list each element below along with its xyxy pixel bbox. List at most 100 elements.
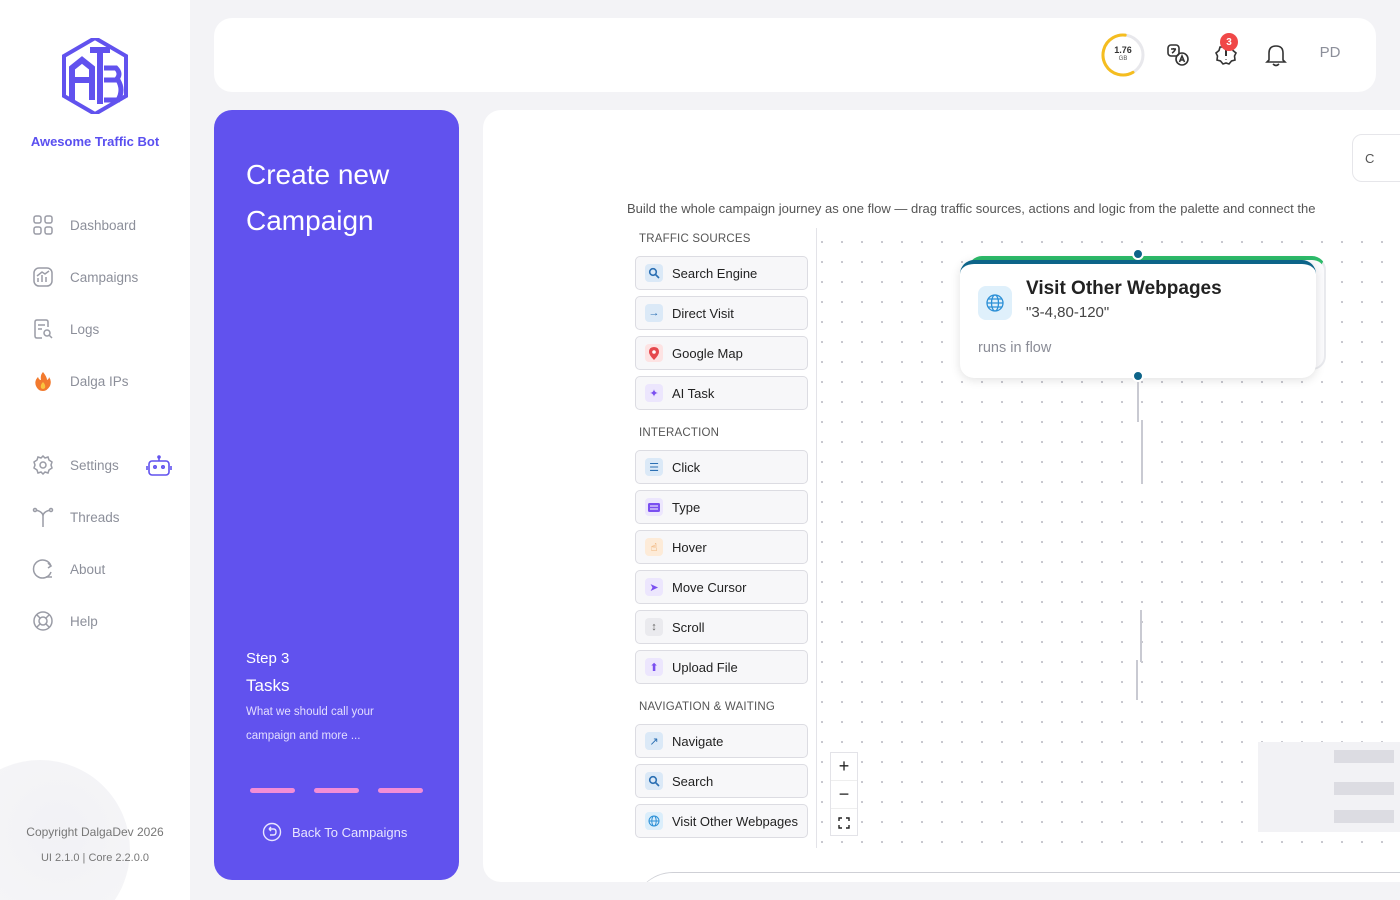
chart-icon bbox=[30, 264, 56, 290]
edge-line bbox=[1140, 610, 1142, 662]
palette-item-label: AI Task bbox=[672, 385, 715, 401]
back-label: Back To Campaigns bbox=[292, 824, 408, 840]
gear-icon bbox=[30, 452, 56, 478]
palette-item-visit-other-webpages[interactable]: Visit Other Webpages bbox=[635, 804, 808, 838]
palette-item-label: Move Cursor bbox=[672, 579, 747, 595]
corner-button[interactable]: C bbox=[1352, 134, 1400, 182]
keyboard-icon bbox=[645, 498, 663, 516]
fit-view-icon bbox=[838, 817, 850, 829]
palette-item-label: Scroll bbox=[672, 619, 705, 635]
step-progress-2 bbox=[314, 788, 359, 793]
cursor-arrow-icon: ➤ bbox=[645, 578, 663, 596]
node-input-handle[interactable] bbox=[1132, 248, 1144, 260]
upload-icon: ⬆ bbox=[645, 658, 663, 676]
node-output-handle[interactable] bbox=[1132, 370, 1144, 382]
lifebuoy-icon bbox=[30, 608, 56, 634]
palette-item-label: Upload File bbox=[672, 659, 738, 675]
nav-dashboard-label: Dashboard bbox=[70, 217, 137, 233]
palette-item-navigate[interactable]: ↗ Navigate bbox=[635, 724, 808, 758]
palette-item-label: Click bbox=[672, 459, 701, 475]
nav-logs[interactable]: Logs bbox=[30, 315, 99, 343]
step-description: What we should call your campaign and mo… bbox=[246, 706, 374, 742]
node-title: Visit Other Webpages bbox=[1026, 278, 1222, 299]
pointer-hand-icon: ☝ bbox=[645, 538, 663, 556]
nav-threads[interactable]: Threads bbox=[30, 503, 120, 531]
globe-icon bbox=[978, 286, 1012, 320]
palette-item-label: Type bbox=[672, 499, 701, 515]
scroll-icon: ↕ bbox=[645, 618, 663, 636]
palette-item-label: Google Map bbox=[672, 345, 743, 361]
edge-line bbox=[1137, 382, 1139, 422]
user-avatar[interactable]: PD bbox=[1312, 44, 1348, 66]
minimap-node bbox=[1334, 750, 1394, 763]
palette-item-upload-file[interactable]: ⬆ Upload File bbox=[635, 650, 808, 684]
nav-about[interactable]: About bbox=[30, 555, 105, 583]
fire-icon bbox=[30, 368, 56, 394]
bell-icon[interactable] bbox=[1263, 42, 1289, 68]
globe-icon bbox=[645, 812, 663, 830]
minimap-node bbox=[1334, 810, 1394, 823]
nav-dalga-ips[interactable]: Dalga IPs bbox=[30, 367, 129, 395]
copyright-text: Copyright DalgaDev 2026 bbox=[26, 825, 164, 839]
sparkle-icon: ✦ bbox=[645, 384, 663, 402]
top-header: 1.76 GB 3 PD bbox=[214, 18, 1376, 92]
usage-value: 1.76 bbox=[1114, 45, 1132, 55]
node-footer: runs in flow bbox=[978, 340, 1052, 356]
magnifier-icon bbox=[645, 264, 663, 282]
node-subtitle: "3-4,80-120" bbox=[1026, 304, 1110, 321]
minimap[interactable] bbox=[1258, 742, 1400, 832]
brand-name: Awesome Traffic Bot bbox=[30, 134, 160, 149]
zoom-out-button[interactable]: − bbox=[831, 781, 857, 809]
palette-item-type[interactable]: Type bbox=[635, 490, 808, 524]
palette-heading-navigation: NAVIGATION & WAITING bbox=[639, 701, 776, 713]
nav-settings-label: Settings bbox=[70, 457, 119, 473]
sidebar: Awesome Traffic Bot Dashboard Campaigns … bbox=[0, 0, 190, 900]
palette-item-google-map[interactable]: Google Map bbox=[635, 336, 808, 370]
nav-threads-label: Threads bbox=[70, 509, 120, 525]
palette-item-move-cursor[interactable]: ➤ Move Cursor bbox=[635, 570, 808, 604]
page-title: Create new Campaign bbox=[246, 159, 390, 236]
flow-builder-card: C Build the whole campaign journey as on… bbox=[483, 110, 1400, 882]
bot-icon[interactable] bbox=[146, 455, 172, 477]
palette-item-search[interactable]: Search bbox=[635, 764, 808, 798]
palette-item-click[interactable]: ☰ Click bbox=[635, 450, 808, 484]
usage-gauge[interactable]: 1.76 GB bbox=[1100, 32, 1146, 78]
palette-heading-interaction: INTERACTION bbox=[639, 427, 720, 439]
nav-campaigns[interactable]: Campaigns bbox=[30, 263, 138, 291]
step-progress-1 bbox=[250, 788, 295, 793]
palette-heading-traffic: TRAFFIC SOURCES bbox=[639, 233, 751, 245]
palette-item-search-engine[interactable]: Search Engine bbox=[635, 256, 808, 290]
nav-settings[interactable]: Settings bbox=[30, 451, 119, 479]
alert-count-badge: 3 bbox=[1220, 33, 1238, 51]
instructions-text: Build the whole campaign journey as one … bbox=[627, 201, 1316, 216]
nav-dalga-ips-label: Dalga IPs bbox=[70, 373, 129, 389]
nav-about-label: About bbox=[70, 561, 106, 577]
palette-item-direct-visit[interactable]: → Direct Visit bbox=[635, 296, 808, 330]
step-panel: Create new Campaign Step 3 Tasks What we… bbox=[214, 110, 459, 880]
nav-logs-label: Logs bbox=[70, 321, 100, 337]
palette-item-scroll[interactable]: ↕ Scroll bbox=[635, 610, 808, 644]
node-palette: TRAFFIC SOURCES Search Engine → Direct V… bbox=[633, 228, 817, 848]
log-icon bbox=[30, 316, 56, 342]
fit-view-button[interactable] bbox=[831, 809, 857, 837]
nav-dashboard[interactable]: Dashboard bbox=[30, 211, 136, 239]
palette-item-ai-task[interactable]: ✦ AI Task bbox=[635, 376, 808, 410]
step-number: Step 3 bbox=[246, 650, 290, 667]
back-arrow-icon bbox=[262, 822, 282, 842]
step-progress-3 bbox=[378, 788, 423, 793]
palette-item-label: Direct Visit bbox=[672, 305, 734, 321]
edge-line bbox=[1141, 420, 1143, 484]
flow-node-visit-other-webpages[interactable]: Visit Other Webpages "3-4,80-120" runs i… bbox=[960, 260, 1316, 378]
zoom-in-button[interactable]: + bbox=[831, 753, 857, 781]
bottom-panel-edge bbox=[633, 872, 1400, 882]
translate-icon[interactable] bbox=[1165, 42, 1191, 68]
palette-item-label: Visit Other Webpages bbox=[672, 813, 798, 829]
nav-help[interactable]: Help bbox=[30, 607, 98, 635]
nav-campaigns-label: Campaigns bbox=[70, 269, 139, 285]
palette-item-hover[interactable]: ☝ Hover bbox=[635, 530, 808, 564]
grid-icon bbox=[30, 212, 56, 238]
flow-canvas[interactable]: Visit Other Webpages "3-4,80-120" runs i… bbox=[818, 228, 1400, 848]
back-to-campaigns-button[interactable]: Back To Campaigns bbox=[262, 822, 407, 842]
palette-item-label: Navigate bbox=[672, 733, 724, 749]
palette-item-label: Search Engine bbox=[672, 265, 758, 281]
